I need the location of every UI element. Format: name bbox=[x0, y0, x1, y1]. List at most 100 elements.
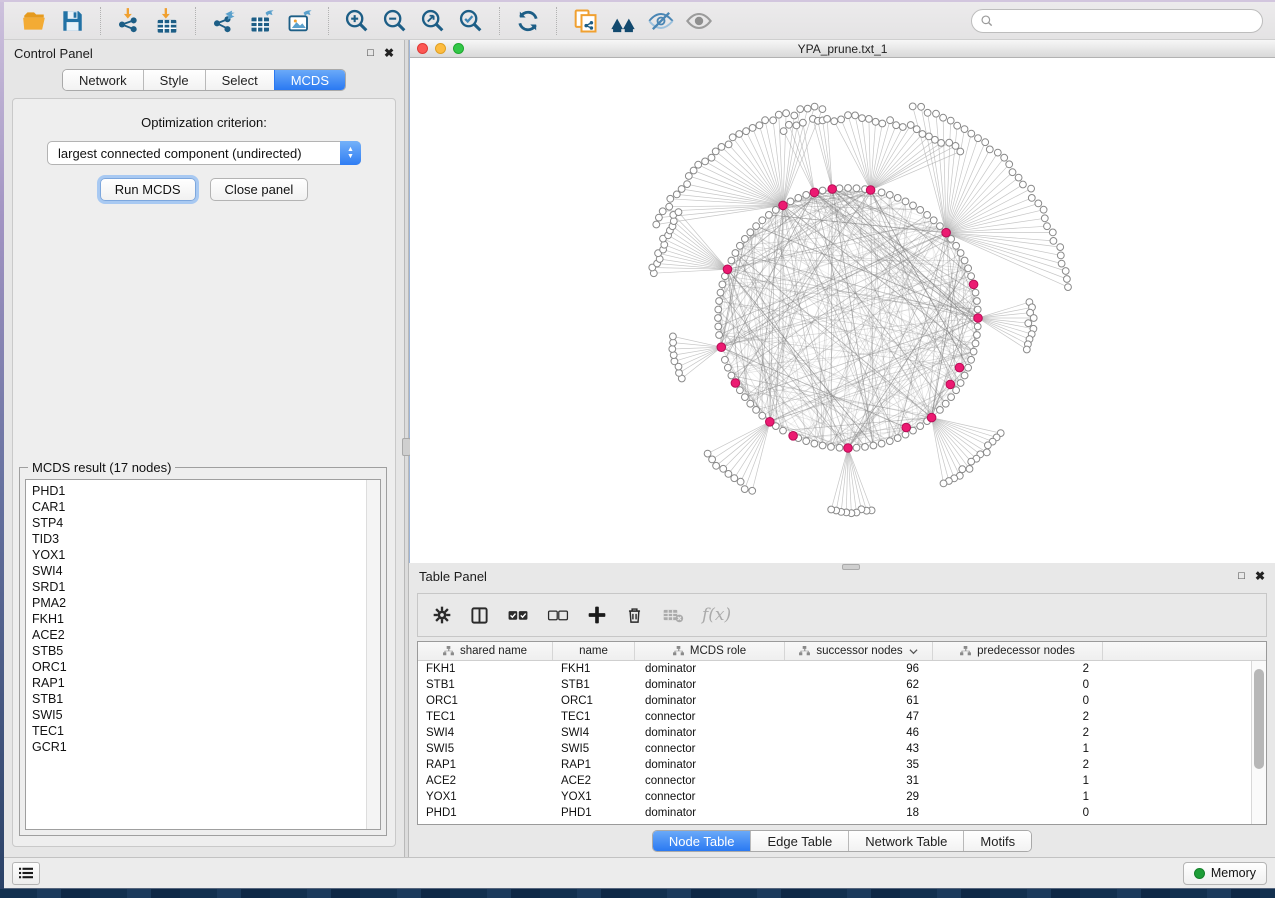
mcds-result-item[interactable]: TID3 bbox=[32, 531, 380, 547]
column-header-successor-nodes[interactable]: successor nodes bbox=[785, 642, 933, 660]
select-all-icon[interactable] bbox=[507, 607, 529, 623]
table-cell: 2 bbox=[933, 663, 1103, 675]
tab-network[interactable]: Network bbox=[63, 70, 143, 90]
table-scrollbar-thumb[interactable] bbox=[1254, 669, 1264, 769]
show-all-icon[interactable] bbox=[685, 7, 713, 35]
save-icon[interactable] bbox=[58, 7, 86, 35]
tab-node-table[interactable]: Node Table bbox=[653, 831, 751, 851]
tab-motifs[interactable]: Motifs bbox=[963, 831, 1031, 851]
table-cell: 61 bbox=[785, 695, 933, 707]
network-node bbox=[924, 212, 931, 219]
mcds-result-item[interactable]: SWI5 bbox=[32, 707, 380, 723]
mcds-result-item[interactable]: FKH1 bbox=[32, 611, 380, 627]
table-row[interactable]: YOX1YOX1connector291 bbox=[418, 789, 1251, 805]
network-node bbox=[824, 116, 831, 123]
node-table-body[interactable]: FKH1FKH1dominator962STB1STB1dominator620… bbox=[418, 661, 1251, 824]
tab-edge-table[interactable]: Edge Table bbox=[750, 831, 848, 851]
column-header-name[interactable]: name bbox=[553, 642, 635, 660]
column-header-mcds-role[interactable]: MCDS role bbox=[635, 642, 785, 660]
table-cell: ORC1 bbox=[418, 695, 553, 707]
panel-layout-button[interactable] bbox=[12, 862, 40, 885]
export-group bbox=[202, 7, 322, 35]
mcds-result-item[interactable]: ACE2 bbox=[32, 627, 380, 643]
mcds-result-item[interactable]: PMA2 bbox=[32, 595, 380, 611]
table-row[interactable]: PHD1PHD1dominator180 bbox=[418, 805, 1251, 821]
mcds-result-item[interactable]: SRD1 bbox=[32, 579, 380, 595]
close-panel-icon[interactable]: ✖ bbox=[1255, 570, 1265, 582]
import-table-icon[interactable] bbox=[153, 7, 181, 35]
zoom-in-icon[interactable] bbox=[343, 7, 371, 35]
delete-icon[interactable] bbox=[625, 605, 644, 625]
table-cell: 29 bbox=[785, 791, 933, 803]
mcds-result-list[interactable]: PHD1CAR1STP4TID3YOX1SWI4SRD1PMA2FKH1ACE2… bbox=[25, 479, 381, 830]
mcds-result-item[interactable]: CAR1 bbox=[32, 499, 380, 515]
criterion-dropdown[interactable]: largest connected component (undirected)… bbox=[47, 141, 361, 165]
zoom-out-icon[interactable] bbox=[381, 7, 409, 35]
zoom-fit-icon[interactable] bbox=[419, 7, 447, 35]
gear-icon[interactable] bbox=[432, 605, 452, 625]
run-mcds-button[interactable]: Run MCDS bbox=[100, 178, 196, 201]
add-icon[interactable] bbox=[587, 605, 607, 625]
network-canvas[interactable] bbox=[410, 58, 1275, 563]
table-scrollbar[interactable] bbox=[1251, 661, 1266, 824]
tab-style[interactable]: Style bbox=[143, 70, 205, 90]
network-window-titlebar[interactable]: YPA_prune.txt_1 bbox=[410, 40, 1275, 58]
mcds-result-item[interactable]: STB1 bbox=[32, 691, 380, 707]
network-node bbox=[918, 103, 925, 110]
network-node bbox=[940, 480, 947, 487]
memory-button[interactable]: Memory bbox=[1183, 862, 1267, 885]
export-image-icon[interactable] bbox=[286, 7, 314, 35]
network-node bbox=[1064, 276, 1071, 283]
mcds-result-item[interactable]: STP4 bbox=[32, 515, 380, 531]
deselect-all-icon[interactable] bbox=[547, 607, 569, 623]
table-cell: TEC1 bbox=[553, 711, 635, 723]
table-row[interactable]: SWI5SWI5connector431 bbox=[418, 741, 1251, 757]
open-folder-icon[interactable] bbox=[20, 7, 48, 35]
control-panel-header: Control Panel □ ✖ bbox=[4, 40, 404, 66]
table-row[interactable]: RAP1RAP1dominator352 bbox=[418, 757, 1251, 773]
tab-select[interactable]: Select bbox=[205, 70, 274, 90]
copy-style-icon[interactable] bbox=[571, 7, 599, 35]
column-header-predecessor-nodes[interactable]: predecessor nodes bbox=[933, 642, 1103, 660]
toolbar-separator bbox=[556, 7, 557, 35]
mcds-result-item[interactable]: STB5 bbox=[32, 643, 380, 659]
network-node bbox=[909, 103, 916, 110]
mcds-result-item[interactable]: SWI4 bbox=[32, 563, 380, 579]
table-row[interactable]: ORC1ORC1dominator610 bbox=[418, 693, 1251, 709]
zoom-selected-icon[interactable] bbox=[457, 7, 485, 35]
tab-network-table[interactable]: Network Table bbox=[848, 831, 963, 851]
table-row[interactable]: TEC1TEC1connector472 bbox=[418, 709, 1251, 725]
network-node bbox=[728, 372, 735, 379]
show-columns-icon[interactable] bbox=[470, 606, 489, 625]
import-network-icon[interactable] bbox=[115, 7, 143, 35]
table-row[interactable]: SWI4SWI4dominator462 bbox=[418, 725, 1251, 741]
table-cell: YOX1 bbox=[418, 791, 553, 803]
float-panel-icon[interactable]: □ bbox=[1238, 571, 1245, 582]
mcds-result-item[interactable]: GCR1 bbox=[32, 739, 380, 755]
mcds-result-item[interactable]: TEC1 bbox=[32, 723, 380, 739]
table-row[interactable]: STB1STB1dominator620 bbox=[418, 677, 1251, 693]
column-header-shared-name[interactable]: shared name bbox=[418, 642, 553, 660]
hide-selected-icon[interactable] bbox=[647, 7, 675, 35]
mcds-result-scrollbar[interactable] bbox=[366, 480, 380, 829]
table-row[interactable]: FKH1FKH1dominator962 bbox=[418, 661, 1251, 677]
network-node bbox=[1006, 161, 1013, 168]
network-node bbox=[1035, 200, 1042, 207]
refresh-icon[interactable] bbox=[514, 7, 542, 35]
close-panel-icon[interactable]: ✖ bbox=[384, 47, 394, 59]
network-node bbox=[800, 119, 807, 126]
mcds-result-item[interactable]: ORC1 bbox=[32, 659, 380, 675]
mcds-result-item[interactable]: RAP1 bbox=[32, 675, 380, 691]
tab-mcds[interactable]: MCDS bbox=[274, 70, 345, 90]
search-input[interactable] bbox=[971, 9, 1263, 33]
close-panel-button[interactable]: Close panel bbox=[210, 178, 309, 201]
network-node bbox=[1062, 268, 1069, 275]
export-table-icon[interactable] bbox=[248, 7, 276, 35]
float-panel-icon[interactable]: □ bbox=[367, 48, 374, 59]
table-row[interactable]: ACE2ACE2connector311 bbox=[418, 773, 1251, 789]
mcds-result-item[interactable]: YOX1 bbox=[32, 547, 380, 563]
export-network-icon[interactable] bbox=[210, 7, 238, 35]
mcds-result-item[interactable]: PHD1 bbox=[32, 483, 380, 499]
horizontal-splitter-grip[interactable] bbox=[842, 564, 860, 570]
first-neighbors-icon[interactable] bbox=[609, 7, 637, 35]
